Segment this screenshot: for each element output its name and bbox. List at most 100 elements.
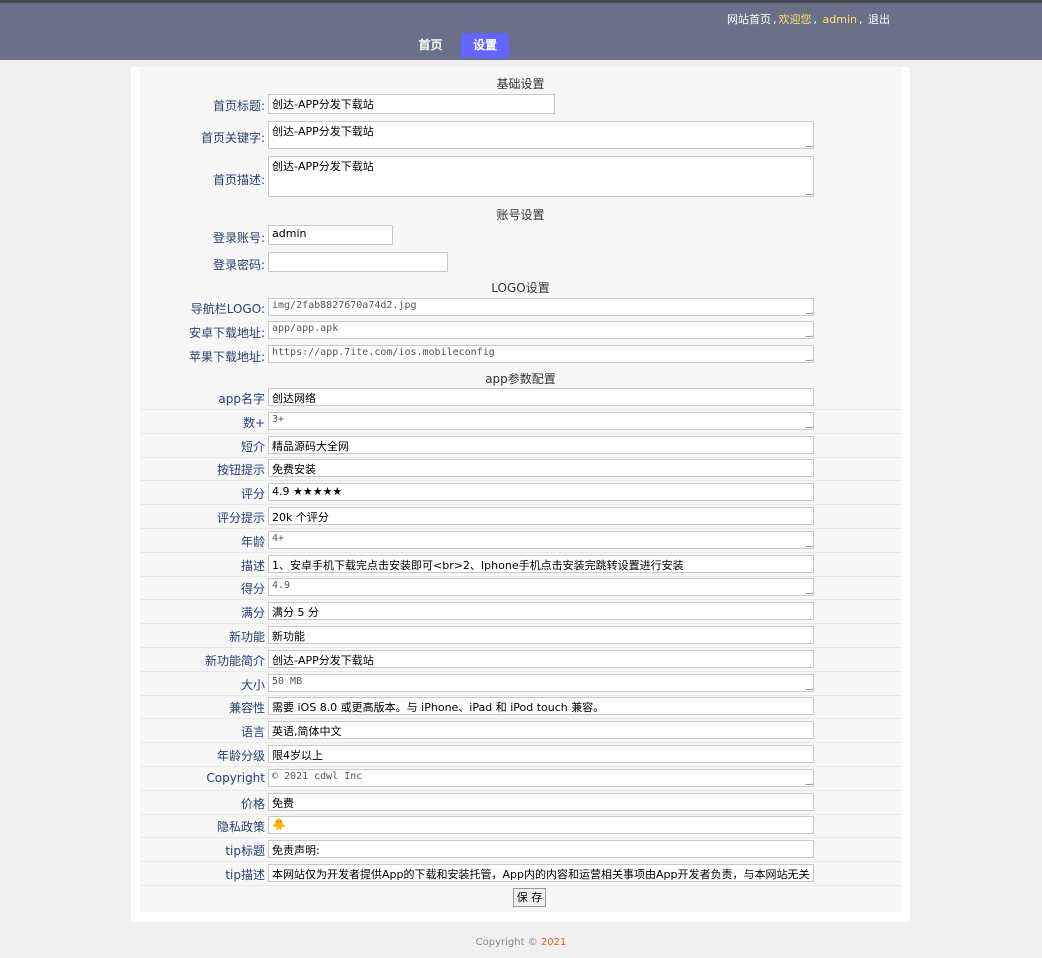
- resize-handle[interactable]: [805, 354, 813, 361]
- row-description: 首页描述: 创达-APP分发下载站: [140, 155, 901, 199]
- app-field-value: 创达网络: [272, 392, 316, 405]
- app-field-row: 新功能 新功能: [140, 624, 901, 648]
- section-logo-title: LOGO设置: [491, 281, 550, 295]
- app-field-input[interactable]: 🐥: [268, 816, 814, 834]
- app-field-label: 得分: [240, 582, 265, 596]
- app-field-value: 满分 5 分: [272, 606, 319, 619]
- resize-handle[interactable]: [805, 330, 813, 337]
- app-field-row: 评分提示 20k 个评分: [140, 505, 901, 529]
- app-field-value: 20k 个评分: [272, 511, 329, 524]
- app-field-input[interactable]: © 2021 cdwl Inc: [268, 769, 814, 787]
- app-field-row: 兼容性 需要 iOS 8.0 或更高版本。与 iPhone、iPad 和 iPod…: [140, 695, 901, 719]
- app-field-input[interactable]: 4.9: [268, 578, 814, 596]
- row-ios-url: 苹果下载地址: https://app.7ite.com/ios.mobilec…: [140, 344, 901, 366]
- resize-handle[interactable]: [805, 188, 813, 195]
- description-textarea[interactable]: 创达-APP分发下载站: [268, 156, 814, 197]
- app-field-label: Copyright: [206, 771, 265, 785]
- app-field-label: app名字: [218, 392, 265, 406]
- save-button[interactable]: 保 存: [513, 888, 546, 907]
- app-field-input[interactable]: 创达-APP分发下载站: [268, 650, 814, 668]
- resize-handle[interactable]: [805, 683, 813, 690]
- app-field-label: 短介: [240, 440, 265, 454]
- app-field-input[interactable]: 20k 个评分: [268, 507, 814, 525]
- app-field-row: 描述 1、安卓手机下载完点击安装即可<br>2、Iphone手机点击安装完跳转设置…: [140, 553, 901, 577]
- nav-logo-value: img/2fab8827670a74d2.jpg: [272, 300, 417, 311]
- app-field-input[interactable]: 创达网络: [268, 388, 814, 406]
- app-field-row: 大小 50 MB: [140, 672, 901, 696]
- row-nav-logo: 导航栏LOGO: img/2fab8827670a74d2.jpg: [140, 297, 901, 319]
- app-field-input[interactable]: 限4岁以上: [268, 745, 814, 763]
- row-home-title: 首页标题: 创达-APP分发下载站: [140, 93, 901, 117]
- app-field-label: 语言: [240, 725, 265, 739]
- app-field-input[interactable]: 需要 iOS 8.0 或更高版本。与 iPhone、iPad 和 iPod to…: [268, 697, 814, 715]
- app-field-value: 3+: [272, 414, 285, 425]
- app-field-value: 50 MB: [272, 676, 303, 687]
- nav-logo-input[interactable]: img/2fab8827670a74d2.jpg: [268, 298, 814, 316]
- settings-panel: 基础设置 首页标题: 创达-APP分发下载站 首页关键字: 创达-APP分发下载…: [131, 67, 910, 922]
- app-field-input[interactable]: 免费: [268, 793, 814, 811]
- nav-logo-label: 导航栏LOGO:: [190, 302, 265, 316]
- ios-url-input[interactable]: https://app.7ite.com/ios.mobileconfig: [268, 345, 814, 363]
- app-field-value: 限4岁以上: [272, 749, 323, 762]
- resize-handle[interactable]: [805, 140, 813, 147]
- app-field-label: 描述: [240, 559, 265, 573]
- resize-handle[interactable]: [805, 307, 813, 314]
- app-field-row: Copyright © 2021 cdwl Inc: [140, 767, 901, 791]
- nav-home[interactable]: 首页: [408, 33, 453, 58]
- app-field-input[interactable]: 4.9 ★★★★★: [268, 483, 814, 501]
- app-field-input[interactable]: 精品源码大全网: [268, 436, 814, 454]
- app-field-label: 价格: [240, 797, 265, 811]
- app-field-row: 年龄 4+: [140, 529, 901, 553]
- app-field-row: tip描述 本网站仅为开发者提供App的下载和安装托管，App内的内容和运营相关事…: [140, 862, 901, 886]
- app-field-value: 免费安装: [272, 463, 316, 476]
- app-field-input[interactable]: 50 MB: [268, 674, 814, 692]
- top-links: 网站首页, 欢迎您, admin, 退出: [727, 13, 890, 26]
- app-field-input[interactable]: 1、安卓手机下载完点击安装即可<br>2、Iphone手机点击安装完跳转设置进行…: [268, 555, 814, 573]
- login-account-label: 登录账号:: [212, 231, 265, 245]
- row-login-account: 登录账号: admin: [140, 224, 901, 248]
- app-field-input[interactable]: 英语,简体中文: [268, 721, 814, 739]
- app-field-value: 免费: [272, 797, 294, 810]
- row-login-password: 登录密码:: [140, 250, 901, 274]
- resize-handle[interactable]: [805, 587, 813, 594]
- footer-copyright: Copyright ©: [475, 937, 541, 948]
- site-home-link[interactable]: 网站首页: [727, 13, 771, 26]
- logout-link[interactable]: 退出: [868, 13, 890, 26]
- login-account-input[interactable]: admin: [268, 225, 393, 245]
- app-field-value: 4.9 ★★★★★: [272, 485, 343, 498]
- app-field-row: 隐私政策 🐥: [140, 814, 901, 838]
- app-field-input[interactable]: 满分 5 分: [268, 602, 814, 620]
- settings-form: 基础设置 首页标题: 创达-APP分发下载站 首页关键字: 创达-APP分发下载…: [140, 67, 901, 912]
- username-text: admin: [822, 13, 857, 26]
- android-url-label: 安卓下载地址:: [188, 326, 265, 340]
- app-field-input[interactable]: 免责声明:: [268, 840, 814, 858]
- resize-handle[interactable]: [805, 540, 813, 547]
- section-basic-title: 基础设置: [496, 77, 545, 91]
- android-url-input[interactable]: app/app.apk: [268, 321, 814, 339]
- app-field-value: 新功能: [272, 630, 305, 643]
- nav-settings[interactable]: 设置: [461, 33, 509, 58]
- resize-handle[interactable]: [805, 778, 813, 785]
- app-field-label: 新功能简介: [204, 654, 265, 668]
- app-field-value: 4.9: [272, 580, 291, 591]
- app-field-input[interactable]: 本网站仅为开发者提供App的下载和安装托管，App内的内容和运营相关事项由App…: [268, 864, 814, 882]
- app-field-input[interactable]: 新功能: [268, 626, 814, 644]
- app-field-input[interactable]: 免费安装: [268, 459, 814, 477]
- app-field-label: 年龄分级: [216, 749, 265, 763]
- app-field-input[interactable]: 3+: [268, 412, 814, 430]
- app-field-label: 隐私政策: [216, 820, 265, 834]
- android-url-value: app/app.apk: [272, 323, 339, 334]
- app-field-label: 兼容性: [228, 701, 265, 715]
- app-field-value: 免责声明:: [272, 844, 320, 857]
- resize-handle[interactable]: [805, 421, 813, 428]
- footer: Copyright © 2021: [0, 937, 1042, 948]
- home-title-input[interactable]: 创达-APP分发下载站: [268, 94, 555, 114]
- app-field-value: © 2021 cdwl Inc: [272, 771, 363, 782]
- keywords-textarea[interactable]: 创达-APP分发下载站: [268, 121, 814, 149]
- app-field-row: 数+ 3+: [140, 410, 901, 434]
- app-field-row: 年龄分级 限4岁以上: [140, 743, 901, 767]
- login-password-input[interactable]: [268, 252, 448, 272]
- app-field-row: tip标题 免责声明:: [140, 838, 901, 862]
- app-field-input[interactable]: 4+: [268, 531, 814, 549]
- app-field-row: 语言 英语,简体中文: [140, 719, 901, 743]
